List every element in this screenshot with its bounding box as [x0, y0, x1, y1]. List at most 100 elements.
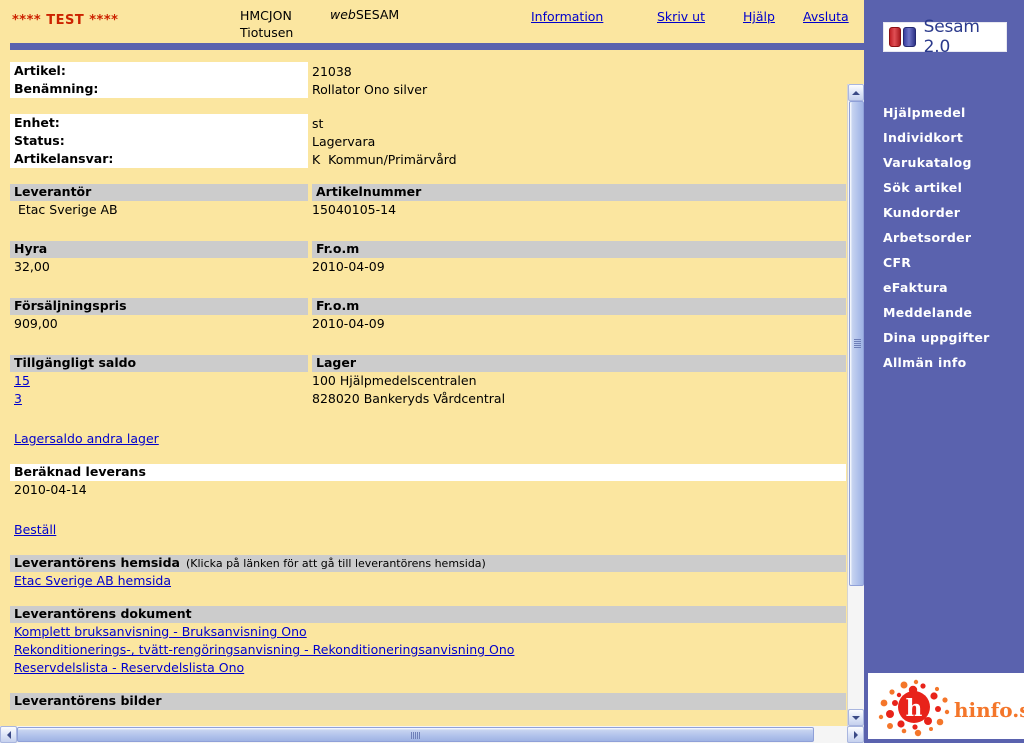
svg-text:h: h — [906, 695, 923, 722]
column-header-price-from: Fr.o.m — [312, 298, 846, 315]
sidebar-item-kundorder[interactable]: Kundorder — [864, 200, 1024, 225]
table-row: 32,00 2010-04-09 — [10, 258, 846, 276]
section-header-price: Försäljningspris Fr.o.m — [10, 298, 846, 315]
header-divider — [10, 43, 866, 50]
hinfo-logo: h hinfo.se — [868, 673, 1024, 739]
field-value-artikelansvar: K Kommun/Primärvård — [312, 152, 457, 167]
sidebar-item-sok-artikel[interactable]: Sök artikel — [864, 175, 1024, 200]
sidebar-nav: Hjälpmedel Individkort Varukatalog Sök a… — [864, 100, 1024, 375]
hinfo-logo-graphic: h hinfo.se — [878, 679, 1024, 737]
article-detail-panel: Artikel: 21038 Benämning: Rollator Ono s… — [0, 52, 846, 710]
estimated-delivery-date: 2010-04-14 — [14, 482, 87, 497]
cell-warehouse-name: 828020 Bankeryds Vårdcentral — [312, 391, 506, 406]
field-value-status: Lagervara — [312, 134, 376, 149]
article-identity-fields: Artikel: 21038 Benämning: Rollator Ono s… — [0, 62, 846, 98]
field-row: Enhet: st — [0, 114, 846, 132]
order-button-link[interactable]: Beställ — [14, 521, 56, 539]
main-content-scroll-area: Artikel: 21038 Benämning: Rollator Ono s… — [0, 52, 864, 725]
section-header-stock: Tillgängligt saldo Lager — [10, 355, 846, 372]
vertical-scrollbar-thumb[interactable] — [849, 101, 864, 586]
column-header-forsaljningspris: Försäljningspris — [10, 298, 308, 315]
field-label-status: Status: — [10, 132, 308, 150]
sidebar-item-arbetsorder[interactable]: Arbetsorder — [864, 225, 1024, 250]
sidebar-item-hjalpmedel[interactable]: Hjälpmedel — [864, 100, 1024, 125]
field-label-enhet: Enhet: — [10, 114, 308, 132]
table-row: Etac Sverige AB 15040105-14 — [10, 201, 846, 219]
chevron-right-icon — [853, 730, 858, 739]
sesam-logo: Sesam 2.0 — [883, 17, 1007, 57]
cell-warehouse-name: 100 Hjälpmedelscentralen — [312, 373, 477, 388]
scroll-right-button[interactable] — [847, 726, 864, 743]
sidebar-item-meddelande[interactable]: Meddelande — [864, 300, 1024, 325]
column-header-available-balance: Tillgängligt saldo — [10, 355, 308, 372]
article-attribute-fields: Enhet: st Status: Lagervara Artikelansva… — [0, 114, 846, 168]
cell-supplier-name: Etac Sverige AB — [14, 202, 118, 217]
sidebar-item-individkort[interactable]: Individkort — [864, 125, 1024, 150]
grip-icon — [410, 732, 421, 739]
document-link-reconditioning[interactable]: Rekonditionerings-, tvätt-rengöringsanvi… — [14, 641, 514, 659]
field-value-benamning: Rollator Ono silver — [312, 82, 428, 97]
horizontal-scrollbar-track[interactable] — [17, 726, 847, 743]
field-value-enhet: st — [312, 116, 324, 131]
field-label-benamning: Benämning: — [10, 80, 308, 98]
horizontal-scrollbar-thumb[interactable] — [17, 727, 814, 742]
column-header-artikelnummer: Artikelnummer — [312, 184, 846, 201]
supplier-homepage-link[interactable]: Etac Sverige AB hemsida — [14, 572, 171, 590]
cell-price-from-date: 2010-04-09 — [312, 316, 385, 331]
document-link-spare-parts[interactable]: Reservdelslista - Reservdelslista Ono — [14, 659, 244, 677]
vertical-scrollbar[interactable] — [847, 84, 864, 726]
hinfo-wordmark: hinfo.se — [954, 698, 1024, 722]
sidebar-item-cfr[interactable]: CFR — [864, 250, 1024, 275]
section-header-estimated-delivery: Beräknad leverans — [10, 464, 846, 481]
cell-price-amount: 909,00 — [14, 316, 58, 331]
other-warehouses-stock-link[interactable]: Lagersaldo andra lager — [14, 430, 159, 448]
cell-rent-from-date: 2010-04-09 — [312, 259, 385, 274]
field-value-artikel: 21038 — [312, 64, 352, 79]
field-row: Artikel: 21038 — [0, 62, 846, 80]
sidebar-item-allman-info[interactable]: Allmän info — [864, 350, 1024, 375]
header-links: Information Skriv ut Hjälp Avsluta — [0, 9, 864, 29]
document-link-manual[interactable]: Komplett bruksanvisning - Bruksanvisning… — [14, 623, 307, 641]
stock-balance-link[interactable]: 15 — [14, 373, 30, 388]
scroll-up-button[interactable] — [848, 84, 864, 101]
column-header-hyra: Hyra — [10, 241, 308, 258]
field-label-artikelansvar: Artikelansvar: — [10, 150, 308, 168]
vertical-scrollbar-track[interactable] — [848, 101, 864, 709]
chevron-down-icon — [852, 715, 860, 720]
table-row: 15 100 Hjälpmedelscentralen — [10, 372, 846, 390]
sidebar-item-efaktura[interactable]: eFaktura — [864, 275, 1024, 300]
logo-red-block-icon — [889, 27, 902, 47]
column-header-leverantor: Leverantör — [10, 184, 308, 201]
section-header-supplier: Leverantör Artikelnummer — [10, 184, 846, 201]
header-link-print[interactable]: Skriv ut — [657, 9, 705, 24]
chevron-up-icon — [852, 90, 860, 95]
cell-rent-amount: 32,00 — [14, 259, 50, 274]
section-header-rent: Hyra Fr.o.m — [10, 241, 846, 258]
chevron-left-icon — [6, 730, 11, 739]
field-row: Artikelansvar: K Kommun/Primärvård — [0, 150, 846, 168]
page-root: **** TEST **** HMCJON Tiotusen webSESAM … — [0, 0, 1024, 743]
column-header-warehouse: Lager — [312, 355, 846, 372]
field-label-artikel: Artikel: — [10, 62, 308, 80]
logo-blue-block-icon — [903, 27, 916, 47]
sidebar-item-dina-uppgifter[interactable]: Dina uppgifter — [864, 325, 1024, 350]
cell-supplier-article-number: 15040105-14 — [312, 202, 397, 217]
supplier-homepage-note: (Klicka på länken för att gå till levera… — [185, 557, 486, 570]
header-link-logout[interactable]: Avsluta — [803, 9, 849, 24]
estimated-delivery-row: 2010-04-14 — [10, 481, 846, 499]
supplier-homepage-title: Leverantörens hemsida — [14, 555, 180, 570]
field-row: Benämning: Rollator Ono silver — [0, 80, 846, 98]
page-header: **** TEST **** HMCJON Tiotusen webSESAM … — [0, 0, 864, 43]
table-row: 909,00 2010-04-09 — [10, 315, 846, 333]
header-link-information[interactable]: Information — [531, 9, 603, 24]
scroll-left-button[interactable] — [0, 726, 17, 743]
horizontal-scrollbar[interactable] — [0, 726, 864, 743]
field-row: Status: Lagervara — [0, 132, 846, 150]
sidebar-item-varukatalog[interactable]: Varukatalog — [864, 150, 1024, 175]
header-link-help[interactable]: Hjälp — [743, 9, 775, 24]
sidebar: Sesam 2.0 Hjälpmedel Individkort Varukat… — [864, 0, 1024, 743]
stock-balance-link[interactable]: 3 — [14, 391, 22, 406]
section-header-supplier-documents: Leverantörens dokument — [10, 606, 846, 623]
table-row: 3 828020 Bankeryds Vårdcentral — [10, 390, 846, 408]
scroll-down-button[interactable] — [848, 709, 864, 726]
